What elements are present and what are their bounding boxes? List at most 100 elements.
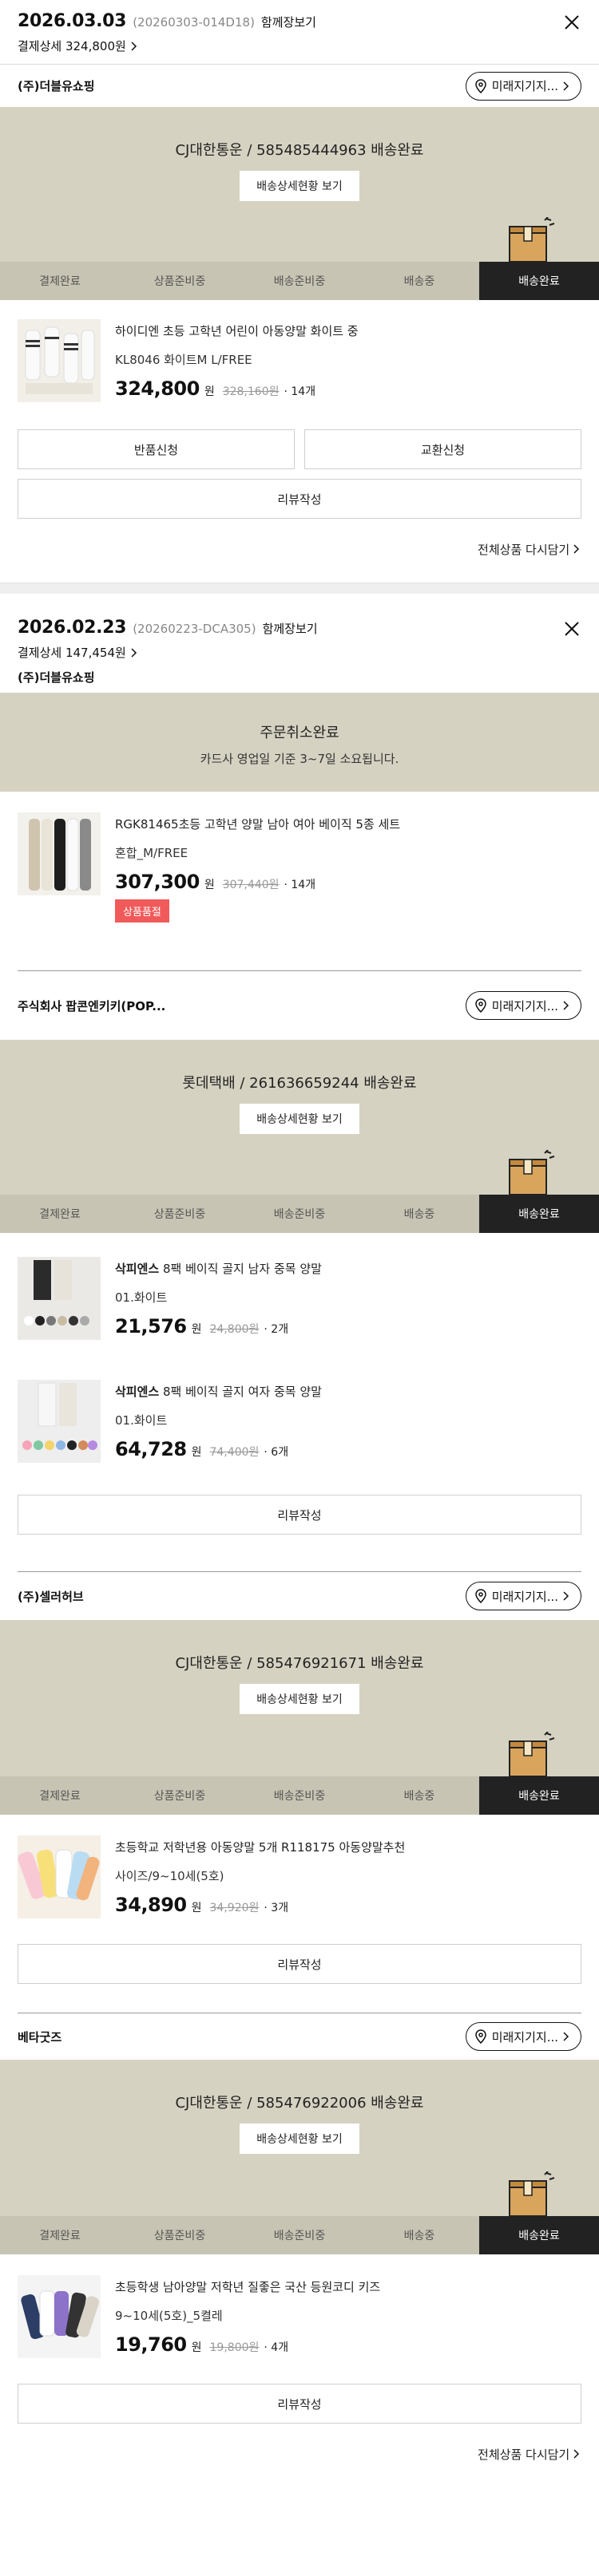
location-button[interactable]: 미래지기지... (465, 991, 581, 1020)
product-item[interactable]: 하이디엔 초등 고학년 어린이 아동양말 화이트 중 KL8046 화이트M L… (0, 300, 599, 402)
cancel-title: 주문취소완료 (260, 725, 339, 741)
reorder-all-label: 전체상품 다시담기 (478, 2448, 570, 2462)
return-request-button[interactable]: 반품신청 (18, 429, 295, 469)
step-delivered: 배송완료 (479, 2216, 599, 2254)
product-quantity: · 6개 (264, 1446, 289, 1459)
step-shipping: 배송중 (359, 2216, 479, 2254)
original-price: 24,800원 (209, 1323, 260, 1336)
step-shipping: 배송중 (359, 1195, 479, 1233)
payment-detail-link[interactable]: 결제상세 147,454원 (18, 644, 581, 661)
order-card-1: 2026.03.03 (20260303-014D18) 함께장보기 결제상세 … (0, 0, 599, 573)
product-brand: 삭피엔스 (115, 1385, 160, 1399)
product-item[interactable]: 초등학생 남아양말 저학년 질좋은 국산 등원코디 키즈 9~10세(5호)_5… (0, 2254, 599, 2358)
tracking-info: CJ대한통운 / 585476922006 배송완료 (175, 2095, 424, 2112)
step-paid: 결제완료 (0, 2216, 120, 2254)
close-icon[interactable] (559, 616, 585, 642)
delivery-detail-button[interactable]: 배송상세현황 보기 (240, 1104, 359, 1134)
seller-row: (주)셀러허브 미래지기지... (0, 1572, 599, 1620)
step-preparing-shipment: 배송준비중 (240, 1776, 359, 1815)
location-button-label: 미래지기지... (491, 1589, 558, 1604)
order-card-2: 2026.02.23 (20260223-DCA305) 함께장보기 결제상세 … (0, 594, 599, 923)
product-option: KL8046 화이트M L/FREE (115, 353, 252, 367)
location-button[interactable]: 미래지기지... (465, 71, 581, 101)
product-option: 01.화이트 (115, 1413, 168, 1428)
order-date: 2026.02.23 (18, 618, 127, 638)
currency-label: 원 (204, 385, 215, 398)
product-name: 초등학생 남아양말 저학년 질좋은 국산 등원코디 키즈 (115, 2280, 381, 2294)
step-preparing-shipment: 배송준비중 (240, 262, 359, 300)
tracking-info: 롯데택배 / 261636659244 배송완료 (182, 1075, 417, 1092)
location-button[interactable]: 미래지기지... (465, 1582, 581, 1610)
product-quantity: · 14개 (284, 385, 316, 398)
payment-detail-text: 결제상세 324,800원 (18, 39, 126, 53)
write-review-button[interactable]: 리뷰작성 (18, 1495, 581, 1535)
product-option: 혼합_M/FREE (115, 846, 188, 860)
step-preparing-shipment: 배송준비중 (240, 2216, 359, 2254)
step-paid: 결제완료 (0, 1195, 120, 1233)
currency-label: 원 (191, 1323, 202, 1336)
order-header: 2026.02.23 (20260223-DCA305) 함께장보기 결제상세 … (0, 594, 599, 661)
product-item[interactable]: 삭피엔스 8팩 베이직 골지 여자 중목 양말 01.화이트 64,728 원 … (0, 1340, 599, 1463)
reorder-all-link[interactable]: 전체상품 다시담기 (0, 541, 599, 573)
delivered-box-icon (509, 2171, 555, 2217)
location-pin-icon (474, 78, 486, 93)
currency-label: 원 (191, 2341, 202, 2354)
cancel-status-band: 주문취소완료 카드사 영업일 기준 3~7일 소요됩니다. (0, 693, 599, 792)
location-button[interactable]: 미래지기지... (465, 2022, 581, 2051)
product-name: RGK81465초등 고학년 양말 남아 여아 베이직 5종 세트 (115, 817, 401, 832)
product-thumbnail (18, 1835, 101, 1918)
product-item[interactable]: 삭피엔스 8팩 베이직 골지 남자 중목 양말 01.화이트 21,576 원 … (0, 1233, 599, 1340)
product-brand: 삭피엔스 (115, 1262, 160, 1276)
chevron-right-icon (573, 544, 580, 554)
product-item[interactable]: 초등학교 저학년용 아동양말 5개 R118175 아동양말추천 사이즈/9~1… (0, 1815, 599, 1918)
order-group-label: 함께장보기 (262, 622, 318, 636)
chevron-right-icon (563, 1001, 569, 1010)
original-price: 19,800원 (209, 2341, 260, 2354)
order-card-4: (주)셀러허브 미래지기지... CJ대한통운 / 585476921671 배… (0, 1572, 599, 1984)
delivery-steps: 결제완료 상품준비중 배송준비중 배송중 배송완료 (0, 1195, 599, 1233)
seller-row: 베타굿즈 미래지기지... (0, 2013, 599, 2060)
seller-name: 베타굿즈 (18, 2029, 62, 2045)
write-review-button[interactable]: 리뷰작성 (18, 1944, 581, 1984)
product-price: 324,800 (115, 377, 200, 400)
delivery-detail-button[interactable]: 배송상세현황 보기 (240, 1684, 359, 1714)
order-group-label: 함께장보기 (260, 15, 316, 30)
delivery-detail-button[interactable]: 배송상세현황 보기 (240, 171, 359, 201)
product-thumbnail (18, 1257, 101, 1340)
step-delivered: 배송완료 (479, 1776, 599, 1815)
currency-label: 원 (204, 879, 215, 891)
product-price: 34,890 (115, 1894, 187, 1916)
product-title: 8팩 베이직 골지 여자 중목 양말 (159, 1385, 322, 1399)
product-title: 8팩 베이직 골지 남자 중목 양말 (159, 1262, 322, 1276)
delivery-steps: 결제완료 상품준비중 배송준비중 배송중 배송완료 (0, 262, 599, 300)
payment-detail-link[interactable]: 결제상세 324,800원 (18, 38, 581, 54)
tracking-info: CJ대한통운 / 585485444963 배송완료 (175, 142, 424, 159)
tracking-info: CJ대한통운 / 585476921671 배송완료 (175, 1655, 424, 1672)
seller-row: 주식회사 팝콘엔키키(POP... 미래지기지... (0, 971, 599, 1040)
delivery-status-band: CJ대한통운 / 585485444963 배송완료 배송상세현황 보기 결제완… (0, 107, 599, 300)
chevron-right-icon (563, 81, 569, 91)
seller-name: 주식회사 팝콘엔키키(POP... (18, 998, 166, 1013)
step-paid: 결제완료 (0, 262, 120, 300)
chevron-right-icon (131, 41, 137, 51)
seller-row: (주)더블유쇼핑 (0, 661, 599, 693)
seller-name: (주)더블유쇼핑 (18, 670, 95, 685)
order-header: 2026.03.03 (20260303-014D18) 함께장보기 결제상세 … (0, 0, 599, 54)
product-price: 64,728 (115, 1438, 187, 1460)
order-card-3: 주식회사 팝콘엔키키(POP... 미래지기지... 롯데택배 / 261636… (0, 971, 599, 1535)
product-option: 9~10세(5호)_5켤레 (115, 2309, 223, 2323)
cancel-note: 카드사 영업일 기준 3~7일 소요됩니다. (200, 752, 399, 766)
delivery-status-band: 롯데택배 / 261636659244 배송완료 배송상세현황 보기 결제완료 … (0, 1040, 599, 1233)
write-review-button[interactable]: 리뷰작성 (18, 2384, 581, 2424)
exchange-request-button[interactable]: 교환신청 (304, 429, 581, 469)
product-thumbnail (18, 319, 101, 402)
product-quantity: · 2개 (264, 1323, 289, 1336)
close-icon[interactable] (559, 10, 585, 35)
product-item[interactable]: RGK81465초등 고학년 양말 남아 여아 베이직 5종 세트 혼합_M/F… (0, 792, 599, 923)
product-option: 사이즈/9~10세(5호) (115, 1869, 224, 1883)
seller-name: (주)셀러허브 (18, 1589, 84, 1604)
delivery-detail-button[interactable]: 배송상세현황 보기 (240, 2124, 359, 2154)
reorder-all-link[interactable]: 전체상품 다시담기 (0, 2446, 599, 2463)
step-preparing-shipment: 배송준비중 (240, 1195, 359, 1233)
write-review-button[interactable]: 리뷰작성 (18, 479, 581, 519)
